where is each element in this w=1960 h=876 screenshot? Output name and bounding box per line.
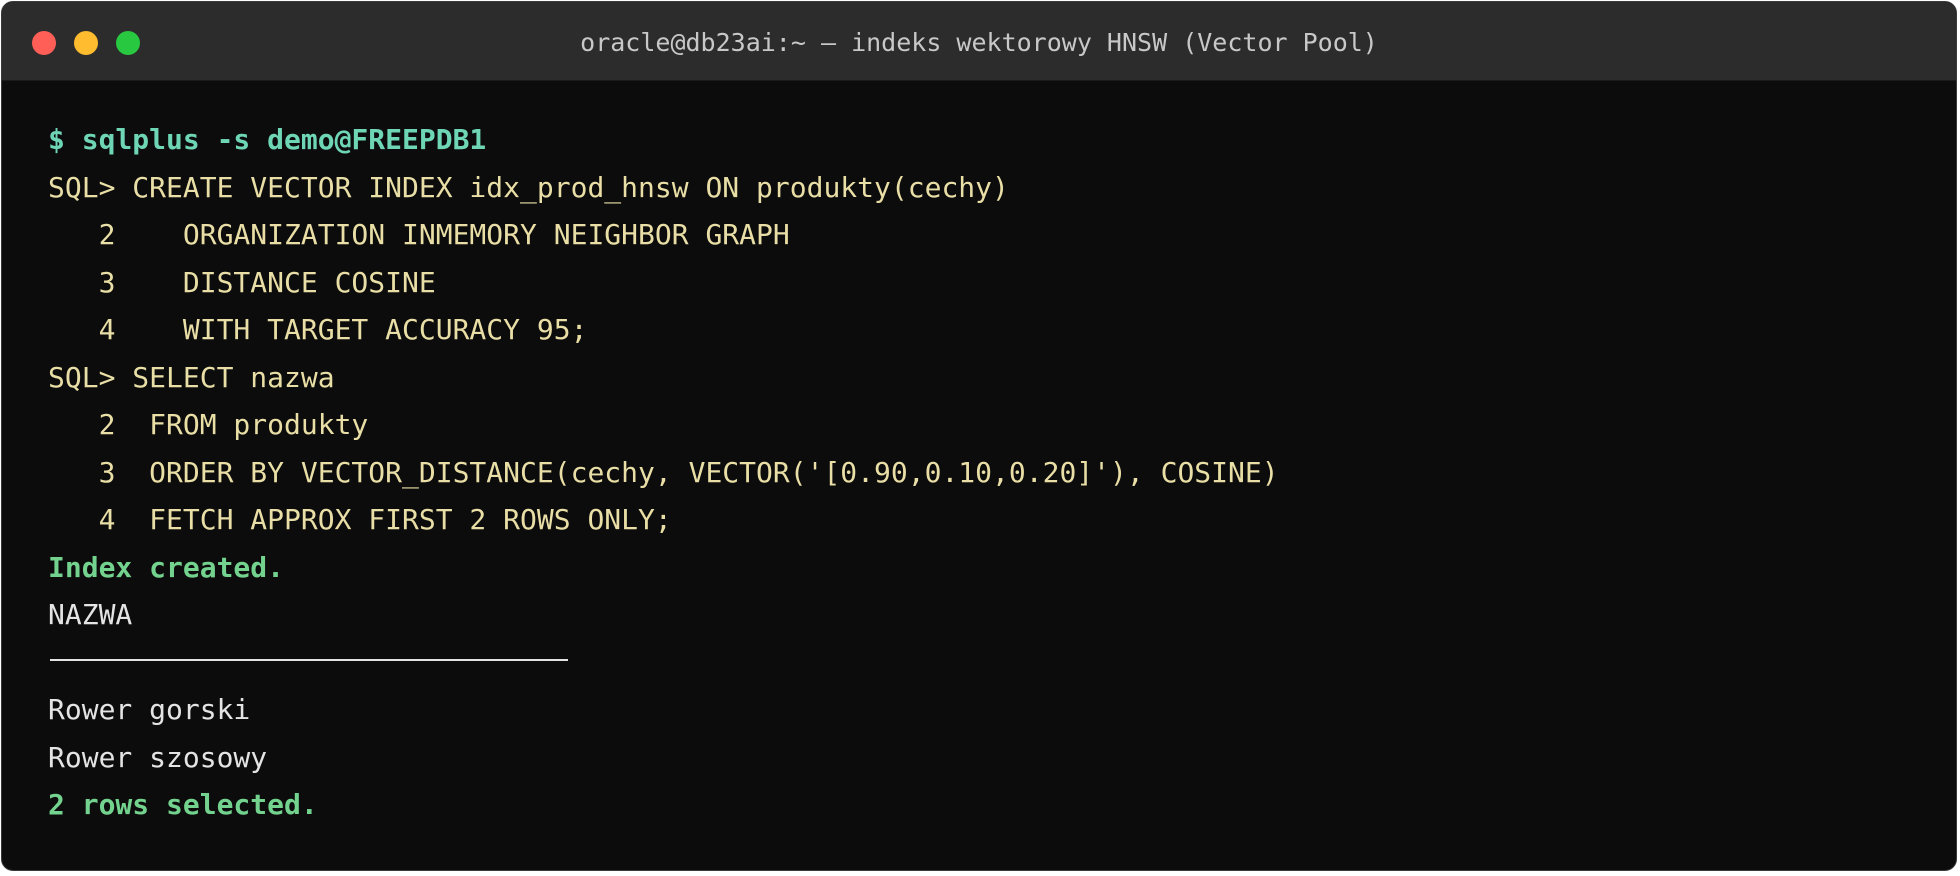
sql-line: 3 ORDER BY VECTOR_DISTANCE(cechy, VECTOR…	[48, 455, 1279, 489]
rows-selected-message: 2 rows selected.	[48, 788, 318, 821]
index-created-message: Index created.	[48, 550, 285, 584]
title-bar: oracle@db23ai:~ — indeks wektorowy HNSW …	[2, 2, 1956, 81]
sql-line: SQL> CREATE VECTOR INDEX idx_prod_hnsw O…	[48, 170, 1009, 204]
window-title: oracle@db23ai:~ — indeks wektorowy HNSW …	[580, 28, 1378, 57]
sql-line: 4 WITH TARGET ACCURACY 95;	[48, 313, 588, 346]
sql-line: 2 ORGANIZATION INMEMORY NEIGHBOR GRAPH	[48, 218, 790, 251]
result-row: Rower szosowy	[48, 740, 268, 774]
column-separator	[48, 639, 1936, 687]
result-column-header: NAZWA	[48, 598, 133, 631]
sql-line: 4 FETCH APPROX FIRST 2 ROWS ONLY;	[48, 503, 672, 536]
sql-line: SQL> SELECT nazwa	[48, 360, 335, 394]
sql-line: 3 DISTANCE COSINE	[48, 265, 436, 299]
sql-line: 2 FROM produkty	[48, 408, 369, 441]
terminal-window: oracle@db23ai:~ — indeks wektorowy HNSW …	[1, 1, 1957, 871]
shell-command-line: $ sqlplus -s demo@FREEPDB1	[48, 123, 487, 156]
terminal-output[interactable]: $ sqlplus -s demo@FREEPDB1 SQL> CREATE V…	[48, 116, 1936, 829]
result-row: Rower gorski	[48, 693, 251, 726]
